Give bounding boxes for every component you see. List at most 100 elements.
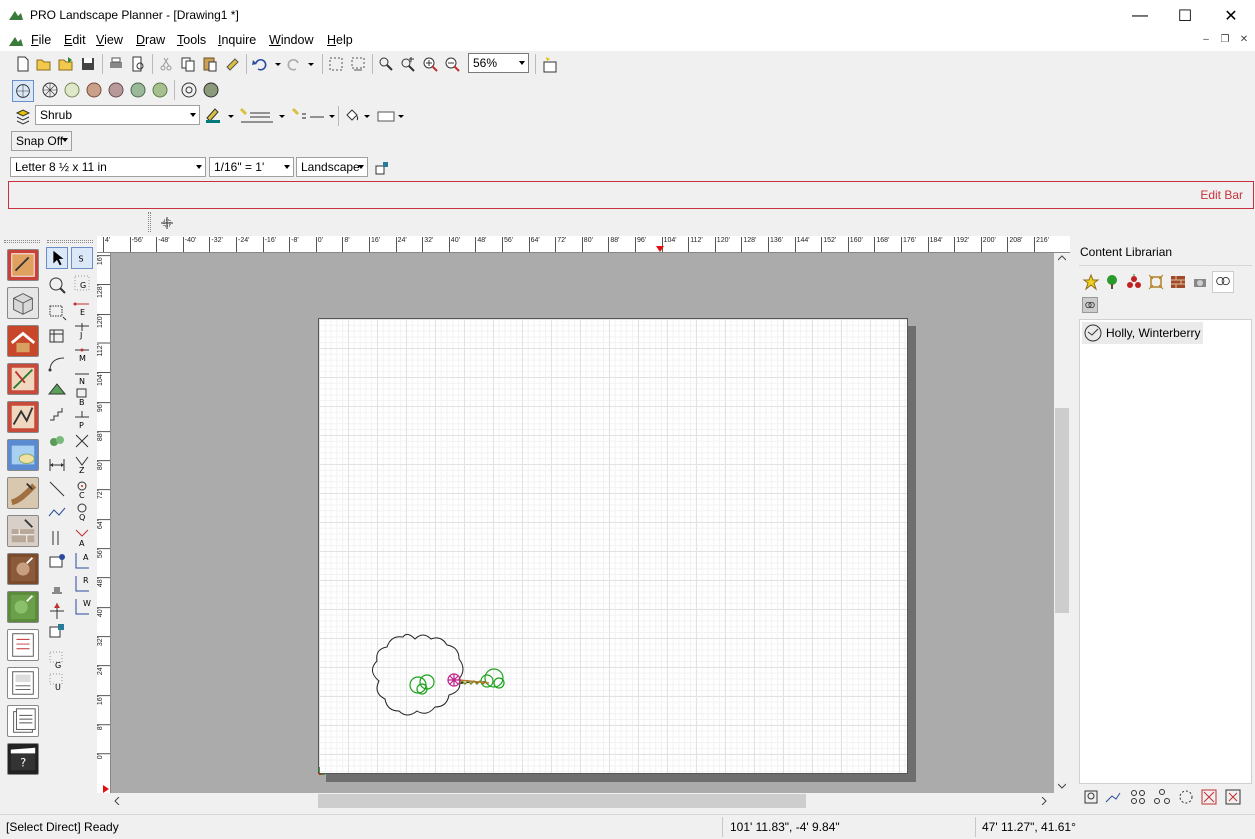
design-tool-icon[interactable] — [7, 249, 39, 281]
estimate-list-tool-icon[interactable] — [7, 629, 39, 661]
scroll-down-icon[interactable] — [1058, 783, 1066, 789]
line-color-dropdown-icon[interactable] — [226, 107, 236, 125]
symbols-secondary-icon[interactable] — [1082, 297, 1098, 313]
photo-tool-icon[interactable] — [7, 553, 39, 585]
new-view-icon[interactable] — [541, 56, 559, 74]
rectangle-tool-icon[interactable] — [46, 300, 68, 322]
maximize-button[interactable]: ☐ — [1162, 0, 1208, 31]
report-tool-icon[interactable] — [7, 705, 39, 737]
house-tool-icon[interactable] — [7, 325, 39, 357]
plant-symbol-tool-icon[interactable] — [12, 80, 34, 102]
scroll-left-icon[interactable] — [114, 797, 120, 805]
layers-icon[interactable] — [14, 108, 32, 126]
polyline-small-tool-icon[interactable] — [46, 501, 68, 523]
plant-symbol-6-icon[interactable] — [151, 81, 169, 99]
zoom-in-icon[interactable] — [421, 55, 439, 73]
spacing-line-icon[interactable] — [1104, 788, 1122, 806]
cut-icon[interactable] — [157, 55, 175, 73]
objects-icon[interactable] — [1191, 273, 1209, 291]
scale-combo[interactable]: 1/16" = 1' — [209, 157, 294, 177]
line-weight-icon[interactable] — [238, 106, 278, 124]
zoom-out-icon[interactable] — [443, 55, 461, 73]
image-insert-tool-icon[interactable] — [46, 621, 68, 643]
stamp-tool-icon[interactable] — [46, 576, 68, 598]
plant-symbol-4-icon[interactable] — [107, 81, 125, 99]
snap-midpoint-icon[interactable]: M — [71, 344, 93, 366]
slope-tool-icon[interactable] — [46, 377, 68, 399]
north-arrow-tool-icon[interactable] — [46, 600, 68, 622]
minimize-button[interactable]: — — [1117, 0, 1163, 31]
paste-icon[interactable] — [201, 55, 219, 73]
plant-info-icon[interactable] — [1082, 788, 1100, 806]
line-style-dropdown-icon[interactable] — [327, 107, 337, 125]
close-button[interactable]: ✕ — [1208, 0, 1254, 31]
copy-icon[interactable] — [179, 55, 197, 73]
undo-icon[interactable] — [251, 55, 269, 73]
horizontal-scrollbar[interactable] — [111, 793, 1054, 809]
triangle-array-icon[interactable] — [1153, 788, 1171, 806]
photo-plant-tool-icon[interactable] — [7, 591, 39, 623]
snap-nearest-icon[interactable]: N — [71, 366, 93, 388]
stairs-tool-icon[interactable] — [46, 403, 68, 425]
snap-center-icon[interactable]: C — [71, 479, 93, 501]
grid-array-icon[interactable] — [1129, 788, 1147, 806]
print-preview-icon[interactable] — [129, 55, 147, 73]
snap-arrow-icon[interactable]: A — [71, 527, 93, 549]
line-style-icon[interactable] — [290, 106, 330, 124]
layer-combo[interactable]: Shrub — [35, 105, 200, 125]
plant-outline-icon[interactable] — [180, 81, 198, 99]
horizontal-scroll-thumb[interactable] — [318, 794, 806, 808]
axis-a-icon[interactable]: A — [71, 550, 93, 572]
list-item[interactable]: Holly, Winterberry — [1082, 322, 1204, 344]
zoom-pan-icon[interactable] — [377, 55, 395, 73]
fill-dropdown-icon[interactable] — [362, 107, 372, 125]
zoom-tool-icon[interactable] — [46, 274, 68, 296]
dimension-tool-icon[interactable] — [46, 454, 68, 476]
menu-draw[interactable]: Draw — [136, 33, 165, 47]
axis-r-icon[interactable]: R — [71, 573, 93, 595]
page-setup-icon[interactable] — [373, 159, 391, 177]
line-tool-icon[interactable] — [46, 478, 68, 500]
fill-bucket-icon[interactable] — [343, 107, 361, 125]
format-painter-icon[interactable] — [224, 55, 242, 73]
mdi-minimize-icon[interactable]: – — [1198, 34, 1214, 49]
structures-icon[interactable] — [1147, 273, 1165, 291]
plant-group-tool-icon[interactable] — [46, 430, 68, 452]
mdi-close-icon[interactable]: ✕ — [1236, 34, 1252, 49]
redo-dropdown-icon[interactable] — [302, 55, 320, 73]
menu-inquire[interactable]: Inquire — [218, 33, 256, 47]
plant-symbol-2-icon[interactable] — [63, 81, 81, 99]
path-tool-icon[interactable] — [7, 477, 39, 509]
redo-icon[interactable] — [285, 55, 303, 73]
mdi-restore-icon[interactable]: ❐ — [1217, 34, 1233, 49]
symbols-icon[interactable] — [1212, 271, 1234, 293]
3d-box-tool-icon[interactable] — [7, 287, 39, 319]
snap-quadrant-icon[interactable]: Q — [71, 501, 93, 523]
menu-view[interactable]: View — [96, 33, 123, 47]
menu-help[interactable]: Help — [327, 33, 353, 47]
menu-window[interactable]: Window — [269, 33, 313, 47]
trees-icon[interactable] — [1103, 273, 1121, 291]
tutorial-video-tool-icon[interactable]: ? — [7, 743, 39, 775]
menu-tools[interactable]: Tools — [177, 33, 206, 47]
new-file-icon[interactable] — [14, 55, 32, 73]
drawing-canvas[interactable] — [111, 253, 1054, 793]
wall-tool-icon[interactable] — [7, 515, 39, 547]
crosshair-icon[interactable] — [158, 214, 176, 232]
edit-points-tool-icon[interactable] — [7, 363, 39, 395]
delete-plant-icon[interactable] — [1224, 788, 1242, 806]
plant-symbol-5-icon[interactable] — [129, 81, 147, 99]
landscape-image-tool-icon[interactable] — [7, 439, 39, 471]
arc-tool-icon[interactable] — [46, 353, 68, 375]
symbol-tool-icon[interactable] — [46, 551, 68, 573]
line-weight-dropdown-icon[interactable] — [277, 107, 287, 125]
fill-pattern-icon[interactable] — [376, 107, 396, 125]
zoom-in-out-icon[interactable] — [399, 55, 417, 73]
snap-junction-icon[interactable]: J — [71, 320, 93, 342]
scroll-right-icon[interactable] — [1041, 797, 1047, 805]
plant-symbol-1-icon[interactable] — [41, 81, 59, 99]
plant-texture-icon[interactable] — [202, 81, 220, 99]
favorites-star-icon[interactable] — [1082, 273, 1100, 291]
paper-sheet[interactable] — [318, 318, 908, 775]
snap-toggle[interactable]: Snap Off — [11, 131, 72, 151]
